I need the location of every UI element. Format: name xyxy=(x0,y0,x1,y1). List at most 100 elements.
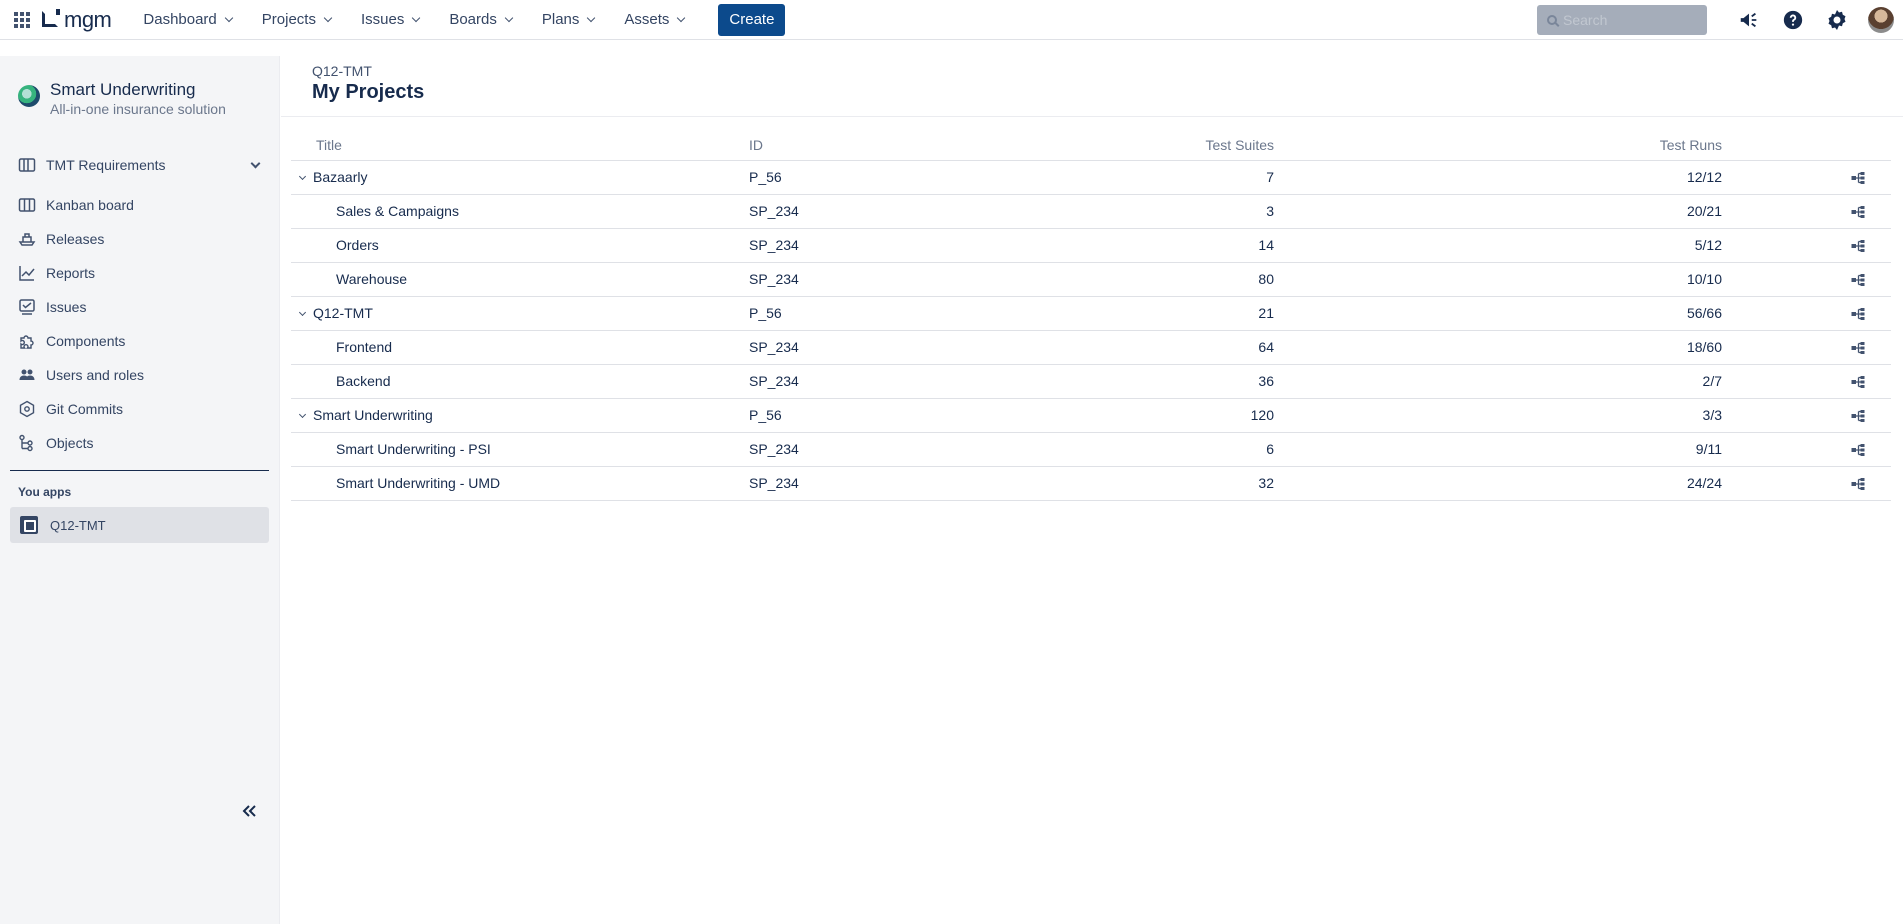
sidebar-section-tmt-requirements[interactable]: TMT Requirements xyxy=(0,148,279,182)
cell-actions xyxy=(1722,432,1891,467)
nav-issues[interactable]: Issues xyxy=(361,11,421,28)
cell-id: P_56 xyxy=(749,398,1174,433)
nav-boards-label: Boards xyxy=(449,11,497,28)
column-header-test-runs[interactable]: Test Runs xyxy=(1274,130,1722,161)
objects-icon xyxy=(18,434,36,452)
nav-plans[interactable]: Plans xyxy=(541,11,596,28)
hierarchy-icon[interactable] xyxy=(1851,443,1865,457)
sidebar-item-kanban-board[interactable]: Kanban board xyxy=(0,188,279,222)
nav-dashboard[interactable]: Dashboard xyxy=(143,11,234,28)
search-box[interactable] xyxy=(1537,5,1707,35)
cell-title[interactable]: Smart Underwriting - UMD xyxy=(291,466,749,501)
settings-icon[interactable] xyxy=(1815,0,1859,40)
hierarchy-icon[interactable] xyxy=(1851,341,1865,355)
table-row-parent[interactable]: Q12-TMT P_56 21 56/66 xyxy=(291,296,1891,331)
nav-projects-label: Projects xyxy=(261,11,316,28)
table-row[interactable]: Orders SP_234 14 5/12 xyxy=(291,228,1891,263)
cell-test-runs: 18/60 xyxy=(1274,330,1722,365)
hierarchy-icon[interactable] xyxy=(1851,375,1865,389)
logo-text: mgm xyxy=(64,6,112,32)
app-switcher-icon[interactable] xyxy=(12,10,32,30)
create-button[interactable]: Create xyxy=(718,3,786,36)
cell-id: P_56 xyxy=(749,160,1174,195)
hierarchy-icon[interactable] xyxy=(1851,307,1865,321)
table-row[interactable]: Frontend SP_234 64 18/60 xyxy=(291,330,1891,365)
sidebar-item-label: Components xyxy=(46,333,126,349)
table-row[interactable]: Smart Underwriting - UMD SP_234 32 24/24 xyxy=(291,466,1891,501)
cell-test-runs: 20/21 xyxy=(1274,194,1722,229)
cell-title-text: Smart Underwriting xyxy=(313,407,433,423)
cell-title[interactable]: Warehouse xyxy=(291,262,749,297)
cell-title[interactable]: Orders xyxy=(291,228,749,263)
nav-boards[interactable]: Boards xyxy=(449,11,514,28)
cell-title[interactable]: Sales & Campaigns xyxy=(291,194,749,229)
chevron-down-icon[interactable] xyxy=(298,172,307,181)
table-body: Bazaarly P_56 7 12/12 Sales & Campaigns SP_23… xyxy=(291,160,1891,501)
cell-title[interactable]: Smart Underwriting - PSI xyxy=(291,432,749,467)
cell-test-suites: 14 xyxy=(1174,228,1274,263)
git-icon xyxy=(18,400,36,418)
cell-id: SP_234 xyxy=(749,364,1174,399)
table-row[interactable]: Warehouse SP_234 80 10/10 xyxy=(291,262,1891,297)
nav-projects[interactable]: Projects xyxy=(261,11,333,28)
hierarchy-icon[interactable] xyxy=(1851,239,1865,253)
hierarchy-icon[interactable] xyxy=(1851,273,1865,287)
chevron-down-icon[interactable] xyxy=(298,410,307,419)
column-header-test-suites[interactable]: Test Suites xyxy=(1174,130,1274,161)
table-row-parent[interactable]: Bazaarly P_56 7 12/12 xyxy=(291,160,1891,195)
cell-title[interactable]: Q12-TMT xyxy=(291,296,749,331)
sidebar-item-label: Git Commits xyxy=(46,401,123,417)
hierarchy-icon[interactable] xyxy=(1851,171,1865,185)
notifications-icon[interactable] xyxy=(1727,0,1771,40)
chevron-down-icon[interactable] xyxy=(298,308,307,317)
table-header-row: Title ID Test Suites Test Runs xyxy=(291,130,1891,161)
cell-title[interactable]: Backend xyxy=(291,364,749,399)
sidebar-app-q12-tmt[interactable]: Q12-TMT xyxy=(10,507,269,543)
avatar[interactable] xyxy=(1859,0,1903,40)
cell-id: SP_234 xyxy=(749,262,1174,297)
sidebar-item-label: Objects xyxy=(46,435,94,451)
help-icon[interactable] xyxy=(1771,0,1815,40)
main-content: Q12-TMT My Projects Title ID Test Suites… xyxy=(281,56,1903,924)
collapse-sidebar-icon[interactable] xyxy=(240,802,258,820)
hierarchy-icon[interactable] xyxy=(1851,205,1865,219)
hierarchy-icon[interactable] xyxy=(1851,409,1865,423)
cell-actions xyxy=(1722,160,1891,195)
sidebar-item-git-commits[interactable]: Git Commits xyxy=(0,392,279,426)
cell-actions xyxy=(1722,262,1891,297)
table-row-parent[interactable]: Smart Underwriting P_56 120 3/3 xyxy=(291,398,1891,433)
chevron-down-icon xyxy=(587,13,596,22)
nav-assets-label: Assets xyxy=(624,11,670,28)
components-icon xyxy=(18,332,36,350)
sidebar-item-components[interactable]: Components xyxy=(0,324,279,358)
breadcrumb[interactable]: Q12-TMT xyxy=(312,63,372,79)
sidebar-item-issues[interactable]: Issues xyxy=(0,290,279,324)
cell-actions xyxy=(1722,364,1891,399)
cell-test-runs: 12/12 xyxy=(1274,160,1722,195)
column-header-title[interactable]: Title xyxy=(291,130,749,161)
header-divider xyxy=(281,116,1903,117)
sidebar-item-reports[interactable]: Reports xyxy=(0,256,279,290)
sidebar-item-releases[interactable]: Releases xyxy=(0,222,279,256)
cell-id: SP_234 xyxy=(749,330,1174,365)
cell-title[interactable]: Bazaarly xyxy=(291,160,749,195)
table-row[interactable]: Sales & Campaigns SP_234 3 20/21 xyxy=(291,194,1891,229)
hierarchy-icon[interactable] xyxy=(1851,477,1865,491)
apps-heading: You apps xyxy=(18,485,72,499)
cell-title[interactable]: Smart Underwriting xyxy=(291,398,749,433)
nav-assets[interactable]: Assets xyxy=(624,11,686,28)
cell-test-suites: 80 xyxy=(1174,262,1274,297)
project-header[interactable]: Smart Underwriting All-in-one insurance … xyxy=(0,56,279,118)
search-input[interactable] xyxy=(1563,12,1693,28)
logo[interactable]: mgm xyxy=(42,6,112,33)
column-header-id[interactable]: ID xyxy=(749,130,1174,161)
sidebar-item-objects[interactable]: Objects xyxy=(0,426,279,460)
table-row[interactable]: Smart Underwriting - PSI SP_234 6 9/11 xyxy=(291,432,1891,467)
sidebar-item-users-and-roles[interactable]: Users and roles xyxy=(0,358,279,392)
cell-actions xyxy=(1722,228,1891,263)
nav-plans-label: Plans xyxy=(541,11,580,28)
cell-test-runs: 10/10 xyxy=(1274,262,1722,297)
cell-title[interactable]: Frontend xyxy=(291,330,749,365)
table-row[interactable]: Backend SP_234 36 2/7 xyxy=(291,364,1891,399)
cell-test-runs: 24/24 xyxy=(1274,466,1722,501)
